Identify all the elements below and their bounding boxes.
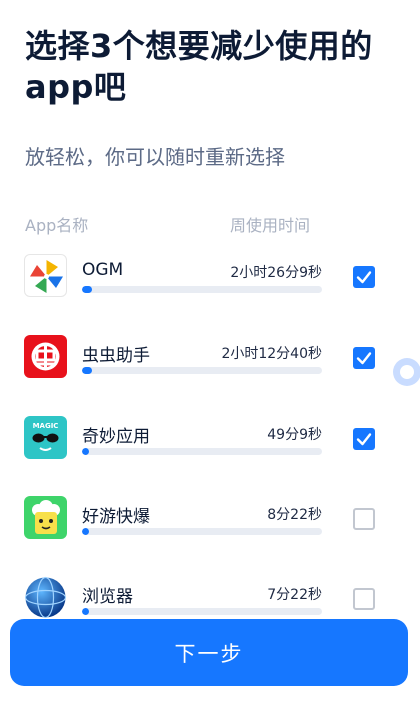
usage-bar <box>82 528 322 535</box>
next-step-button[interactable]: 下一步 <box>10 619 408 686</box>
app-row-ogm[interactable]: OGM 2小时26分9秒 <box>0 254 420 314</box>
usage-bar-fill <box>82 448 90 455</box>
app-row-chongchong[interactable]: 虫虫助手 2小时12分40秒 <box>0 335 420 395</box>
checkmark-icon <box>356 352 372 365</box>
checkmark-icon <box>356 433 372 446</box>
svg-text:MAGIC: MAGIC <box>33 422 59 430</box>
select-checkbox[interactable] <box>353 588 375 610</box>
magic-sunglasses-icon: MAGIC <box>24 416 67 459</box>
usage-bar-fill <box>82 528 90 535</box>
usage-bar <box>82 367 322 374</box>
app-name: 虫虫助手 <box>82 346 150 366</box>
usage-bar <box>82 608 322 615</box>
app-usage-time: 49分9秒 <box>267 427 322 443</box>
app-name: 好游快爆 <box>82 507 150 527</box>
column-header-time: 周使用时间 <box>230 216 311 235</box>
app-usage-time: 2小时12分40秒 <box>221 346 322 362</box>
globe-browser-icon <box>24 576 67 619</box>
app-name: OGM <box>82 260 124 280</box>
app-name: 奇妙应用 <box>82 427 150 447</box>
app-usage-time: 7分22秒 <box>267 587 322 603</box>
app-usage-time: 2小时26分9秒 <box>230 265 322 281</box>
bug-assistant-icon <box>24 335 67 378</box>
floating-assistant-button[interactable] <box>393 358 420 386</box>
select-checkbox[interactable] <box>353 266 375 288</box>
checkmark-icon <box>356 271 372 284</box>
usage-bar-fill <box>82 286 92 293</box>
select-checkbox[interactable] <box>353 347 375 369</box>
usage-bar <box>82 286 322 293</box>
app-row-qimiao[interactable]: MAGIC 奇妙应用 49分9秒 <box>0 416 420 476</box>
app-usage-time: 8分22秒 <box>267 507 322 523</box>
column-header-app: App名称 <box>25 216 89 235</box>
pinwheel-icon <box>24 254 67 297</box>
app-name: 浏览器 <box>82 587 133 607</box>
select-checkbox[interactable] <box>353 508 375 530</box>
usage-bar-fill <box>82 608 90 615</box>
app-row-haoyou[interactable]: 好游快爆 8分22秒 <box>0 496 420 556</box>
usage-bar <box>82 448 322 455</box>
select-checkbox[interactable] <box>353 428 375 450</box>
usage-bar-fill <box>82 367 92 374</box>
game-popcorn-icon <box>24 496 67 539</box>
page-subtitle: 放轻松，你可以随时重新选择 <box>25 145 285 169</box>
page-title: 选择3个想要减少使用的app吧 <box>25 27 373 106</box>
